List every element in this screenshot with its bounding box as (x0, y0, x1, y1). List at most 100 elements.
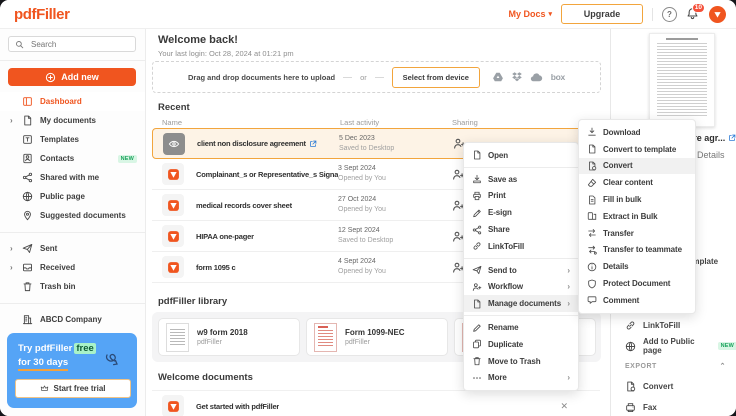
submenu-item-convert[interactable]: Convert (579, 158, 695, 175)
panel-item-linktofill[interactable]: LinkToFill (611, 316, 736, 334)
building-icon (22, 314, 33, 325)
pencil-icon (472, 323, 482, 333)
menu-divider (464, 258, 578, 259)
upgrade-button[interactable]: Upgrade (561, 4, 643, 24)
search-input[interactable] (29, 39, 123, 50)
sidebar-item-abcd-company[interactable]: ABCD Company (0, 310, 145, 329)
doc-activity: Opened by You (338, 174, 452, 184)
chevron-right-icon: › (10, 244, 15, 253)
promo-line2: for 30 days (18, 357, 68, 371)
sidebar-search[interactable] (8, 36, 136, 52)
ellipsis-icon (472, 373, 482, 383)
help-icon[interactable]: ? (662, 7, 677, 22)
menu-item-print[interactable]: Print (464, 188, 578, 205)
external-link-icon[interactable] (728, 134, 736, 142)
page-title: Welcome back! (158, 34, 238, 46)
sidebar-item-contacts[interactable]: Contacts NEW (0, 149, 145, 168)
doc-name: Get started with pdfFiller (196, 402, 279, 411)
submenu-item-transfer[interactable]: Transfer (579, 225, 695, 242)
panel-item-add-to-public-page[interactable]: Add to Public page NEW (611, 337, 736, 355)
shield-icon (587, 279, 597, 289)
menu-item-rename[interactable]: Rename (464, 319, 578, 336)
box-icon[interactable]: box (551, 72, 565, 82)
sidebar-item-shared-with-me[interactable]: Shared with me (0, 168, 145, 187)
onedrive-icon[interactable] (530, 72, 544, 83)
link-icon (472, 241, 482, 251)
last-login-text: Your last login: Oct 28, 2024 at 01:21 p… (158, 49, 294, 58)
upload-dropzone[interactable]: Drag and drop documents here to upload o… (152, 61, 601, 93)
menu-item-esign[interactable]: E-sign (464, 204, 578, 221)
menu-item-workflow[interactable]: Workflow › (464, 279, 578, 296)
recent-section-title: Recent (158, 102, 190, 113)
column-sharing: Sharing (452, 118, 478, 127)
table-header: Name Last activity Sharing (162, 118, 602, 127)
card-source: pdfFiller (345, 338, 405, 347)
close-icon[interactable]: ✕ (560, 401, 568, 412)
sidebar-item-received[interactable]: › Received (0, 258, 145, 277)
menu-item-linktofill[interactable]: LinkToFill (464, 238, 578, 255)
trash-icon (22, 281, 33, 292)
start-free-trial-button[interactable]: Start free trial (15, 379, 131, 398)
add-new-button[interactable]: Add new (8, 68, 136, 86)
export-section-header[interactable]: EXPORT ⌃ (625, 362, 726, 370)
dropbox-icon[interactable] (511, 71, 523, 83)
pdffiller-logo: pdfFiller (14, 6, 70, 23)
globe-icon (22, 191, 33, 202)
submenu-item-comment[interactable]: Comment (579, 292, 695, 309)
submenu-item-transfer-to-teammate[interactable]: Transfer to teammate (579, 242, 695, 259)
menu-item-duplicate[interactable]: Duplicate (464, 336, 578, 353)
google-drive-icon[interactable] (492, 71, 504, 83)
doc-activity: Opened by You (338, 205, 452, 215)
select-from-device-button[interactable]: Select from device (392, 67, 480, 88)
doc-name: form 1095 c (196, 263, 236, 272)
doc-activity: Saved to Desktop (338, 236, 452, 246)
panel-item-fax[interactable]: Fax (611, 398, 736, 416)
paper-plane-icon (22, 243, 33, 254)
sidebar-nav: Dashboard › My documents Templates Cont (0, 92, 145, 329)
doc-activity: Opened by You (338, 267, 452, 277)
details-link[interactable]: Details (697, 150, 725, 160)
menu-item-manage-documents[interactable]: Manage documents › (464, 295, 578, 312)
avatar[interactable] (709, 6, 726, 23)
menu-item-save-as[interactable]: Save as (464, 171, 578, 188)
plus-circle-icon (45, 72, 56, 83)
pdffiller-doc-icon (162, 194, 184, 216)
submenu-item-clear-content[interactable]: Clear content (579, 174, 695, 191)
panel-item-convert[interactable]: Convert (611, 377, 736, 395)
or-label: or (360, 73, 367, 82)
external-link-icon[interactable] (309, 140, 317, 148)
sidebar-item-trash-bin[interactable]: Trash bin (0, 277, 145, 296)
notification-count-badge: 10 (692, 3, 705, 13)
menu-item-send-to[interactable]: Send to › (464, 262, 578, 279)
sidebar-item-public-page[interactable]: Public page (0, 187, 145, 206)
submenu-item-download[interactable]: Download (579, 124, 695, 141)
submenu-item-fill-in-bulk[interactable]: Fill in bulk (579, 191, 695, 208)
welcome-doc-row[interactable]: Get started with pdfFiller ✕ (152, 390, 600, 416)
notifications-bell[interactable]: 10 (686, 7, 700, 21)
menu-item-open[interactable]: Open (464, 147, 578, 164)
doc-date: 3 Sept 2024 (338, 164, 452, 174)
free-highlight: free (74, 343, 95, 354)
library-card-1099[interactable]: Form 1099-NEC pdfFiller (306, 318, 448, 356)
doc-thumbnail (314, 323, 337, 352)
menu-item-share[interactable]: Share (464, 221, 578, 238)
doc-date: 27 Oct 2024 (338, 195, 452, 205)
document-preview[interactable] (649, 33, 715, 127)
transfer-person-icon (587, 245, 597, 255)
sidebar-item-suggested-documents[interactable]: Suggested documents (0, 206, 145, 225)
sidebar-item-my-documents[interactable]: › My documents (0, 111, 145, 130)
pin-icon (22, 210, 33, 221)
sidebar-item-sent[interactable]: › Sent (0, 239, 145, 258)
menu-item-move-to-trash[interactable]: Move to Trash (464, 353, 578, 370)
trash-icon (472, 356, 482, 366)
chevron-down-icon: ▾ (548, 11, 552, 18)
submenu-item-details[interactable]: Details (579, 258, 695, 275)
sidebar-item-dashboard[interactable]: Dashboard (0, 92, 145, 111)
submenu-item-protect-document[interactable]: Protect Document (579, 275, 695, 292)
menu-item-more[interactable]: More › (464, 370, 578, 387)
submenu-item-convert-to-template[interactable]: Convert to template (579, 141, 695, 158)
sidebar-item-templates[interactable]: Templates (0, 130, 145, 149)
submenu-item-extract-in-bulk[interactable]: Extract in Bulk (579, 208, 695, 225)
my-docs-dropdown[interactable]: My Docs ▾ (508, 9, 552, 19)
library-card-w9[interactable]: w9 form 2018 pdfFiller (158, 318, 300, 356)
